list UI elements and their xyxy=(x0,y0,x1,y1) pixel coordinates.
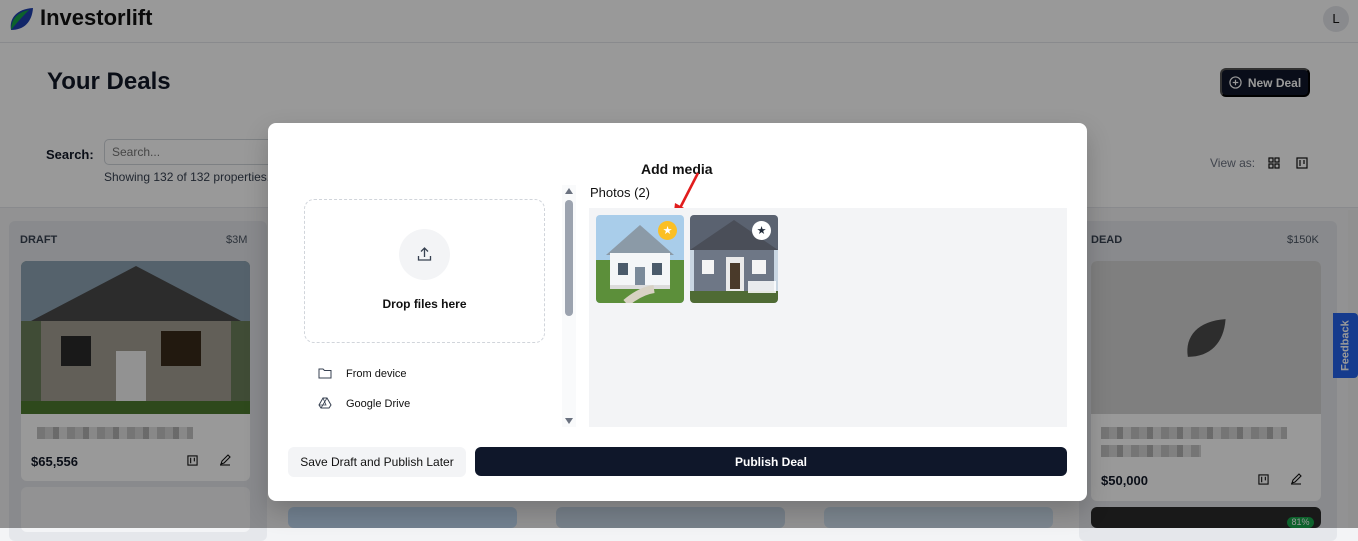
google-drive-icon xyxy=(318,397,332,409)
modal-scrollbar-thumb[interactable] xyxy=(565,200,573,316)
drop-files-text: Drop files here xyxy=(382,297,467,311)
source-google-drive[interactable]: Google Drive xyxy=(346,398,410,410)
scroll-up-icon[interactable] xyxy=(564,187,574,195)
save-draft-button[interactable]: Save Draft and Publish Later xyxy=(288,447,466,477)
source-from-device[interactable]: From device xyxy=(346,368,407,380)
upload-icon xyxy=(417,247,432,261)
photos-count-label: Photos (2) xyxy=(590,185,650,200)
set-cover-star[interactable]: ★ xyxy=(752,221,771,240)
scroll-down-icon[interactable] xyxy=(564,417,574,425)
folder-icon xyxy=(318,368,332,379)
star-icon: ★ xyxy=(756,225,767,237)
cover-photo-star[interactable]: ★ xyxy=(658,221,677,240)
upload-button[interactable] xyxy=(399,229,450,280)
publish-deal-button[interactable]: Publish Deal xyxy=(475,447,1067,476)
star-icon: ★ xyxy=(662,225,673,237)
